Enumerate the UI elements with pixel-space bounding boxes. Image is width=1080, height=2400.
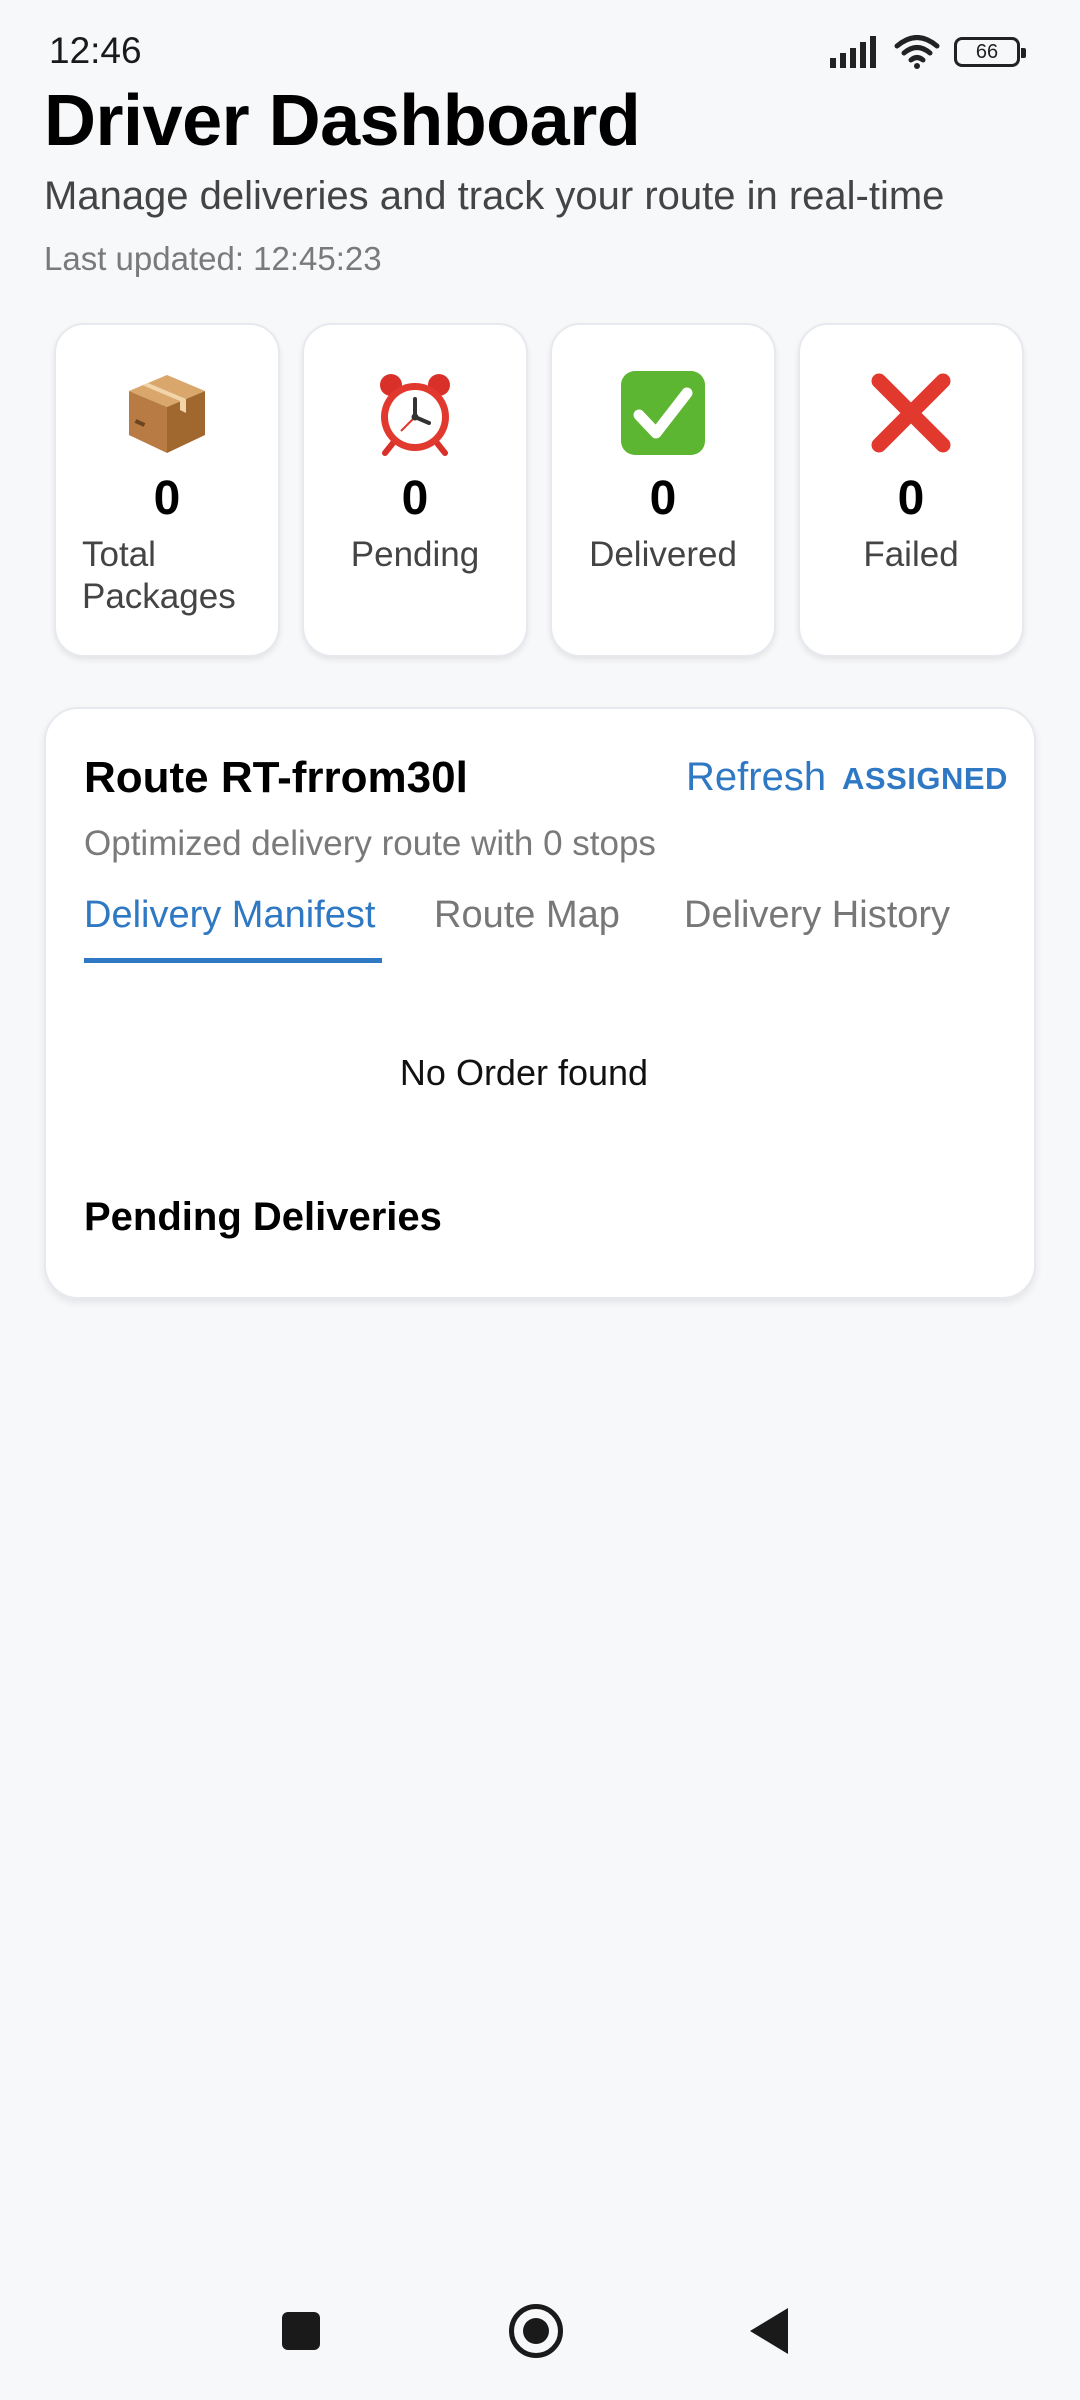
tab-delivery-history[interactable]: Delivery History [684, 894, 950, 937]
stats-row: 0 Total Packages 0 Pending 0 Delivered 0… [54, 323, 1026, 657]
stat-value: 0 [649, 472, 677, 525]
stat-card-pending: 0 Pending [302, 323, 528, 657]
signal-icon [830, 36, 876, 68]
stat-label: Failed [863, 535, 959, 574]
recent-apps-button[interactable] [282, 2312, 320, 2350]
home-button[interactable] [509, 2304, 563, 2358]
battery-icon: 66 [954, 37, 1026, 67]
package-icon [129, 375, 205, 453]
status-time: 12:46 [49, 30, 142, 71]
stat-label: Pending [350, 535, 480, 574]
page-subtitle: Manage deliveries and track your route i… [44, 174, 945, 218]
wifi-icon [894, 35, 940, 69]
tab-route-map[interactable]: Route Map [434, 894, 620, 937]
stat-label: Total Packages [82, 535, 236, 616]
stat-card-delivered: 0 Delivered [550, 323, 776, 657]
route-title: Route RT-frrom30l [84, 753, 468, 802]
empty-state-message: No Order found [399, 1052, 649, 1093]
stat-value: 0 [153, 472, 181, 525]
battery-level: 66 [975, 40, 999, 63]
pending-deliveries-heading: Pending Deliveries [84, 1195, 442, 1239]
stat-card-failed: 0 Failed [798, 323, 1024, 657]
stat-label: Delivered [589, 535, 737, 574]
system-nav-bar [0, 2300, 1080, 2400]
stat-value: 0 [401, 472, 429, 525]
cross-mark-icon [871, 373, 951, 453]
route-card: Route RT-frrom30l Refresh ASSIGNED Optim… [44, 707, 1036, 1299]
status-badge: ASSIGNED [842, 761, 1008, 796]
page-title: Driver Dashboard [44, 81, 641, 161]
last-updated: Last updated: 12:45:23 [44, 240, 382, 277]
tab-delivery-manifest[interactable]: Delivery Manifest [84, 894, 375, 937]
stat-value: 0 [897, 472, 925, 525]
alarm-clock-icon [380, 374, 450, 456]
route-description: Optimized delivery route with 0 stops [84, 824, 656, 863]
back-button[interactable] [750, 2308, 788, 2354]
status-icons: 66 [830, 32, 1026, 72]
refresh-button[interactable]: Refresh [686, 755, 826, 800]
active-tab-indicator [84, 958, 382, 963]
stat-card-total-packages: 0 Total Packages [54, 323, 280, 657]
check-mark-icon [621, 371, 705, 455]
